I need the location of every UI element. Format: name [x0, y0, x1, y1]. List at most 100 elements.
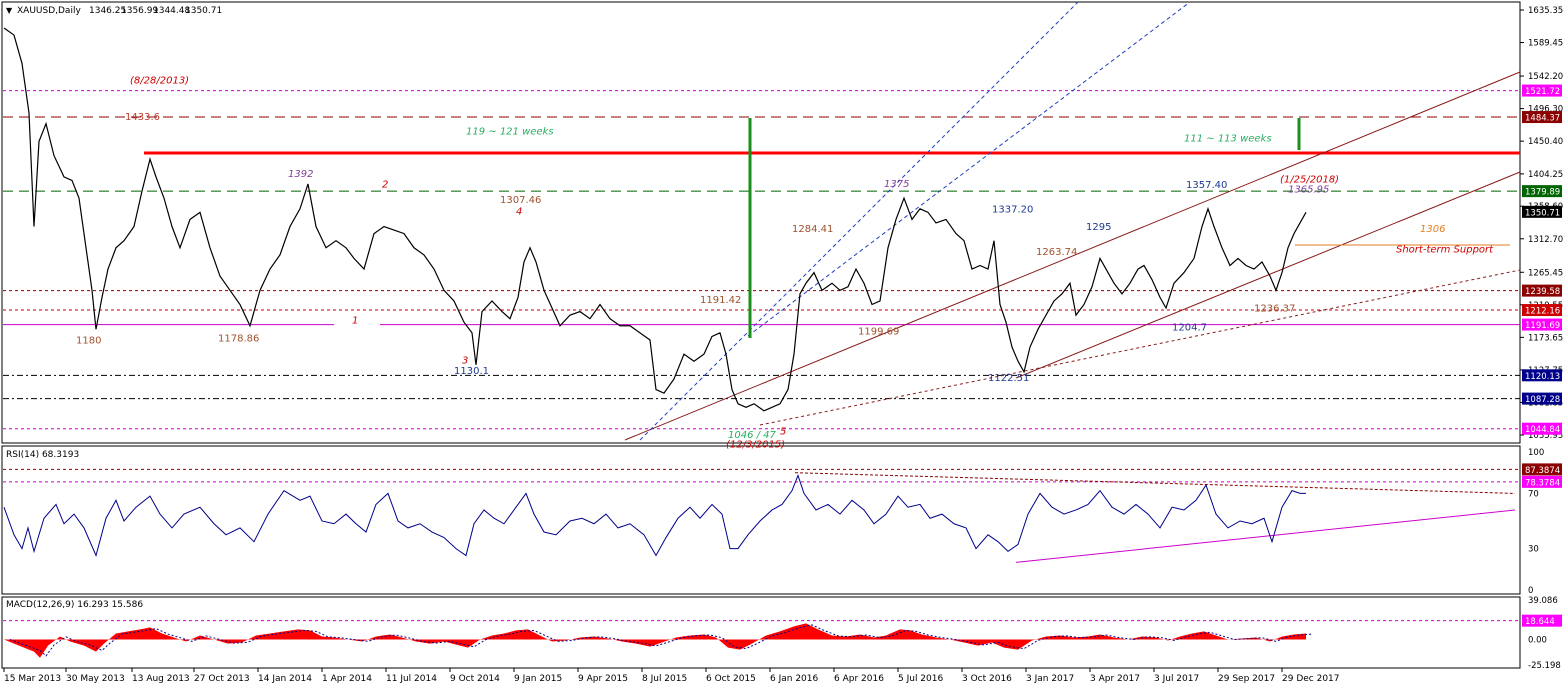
level-box-label-8: 1087.28 — [1525, 395, 1560, 405]
date-tick-5: 1 Apr 2014 — [322, 674, 372, 684]
price-label-p-111: 111 ~ 113 weeks — [1184, 133, 1272, 144]
price-label-p-w3: 3 — [462, 355, 468, 366]
price-annotations — [3, 1, 1521, 441]
date-tick-0: 15 Mar 2013 — [4, 674, 61, 684]
date-tick-9: 9 Apr 2015 — [578, 674, 628, 684]
date-tick-19: 29 Sep 2017 — [1218, 674, 1275, 684]
macd-tick-1: 0.00 — [1528, 636, 1547, 646]
price-label-p-1357: 1357.40 — [1186, 180, 1227, 191]
price-label-p-1191: 1191.42 — [700, 295, 741, 306]
rsi-line — [3, 474, 1306, 558]
price-label-p-w5: 5 — [780, 426, 786, 437]
level-box-label-7: 1120.13 — [1525, 372, 1560, 382]
date-tick-1: 30 May 2013 — [66, 674, 125, 684]
price-panel-frame — [1, 1, 1521, 444]
date-tick-20: 29 Dec 2017 — [1282, 674, 1340, 684]
price-tick-1: 1589.45 — [1528, 39, 1563, 49]
macd-histogram — [4, 623, 1306, 658]
price-label-p-sts: Short-term Support — [1396, 245, 1494, 256]
rsi-trend-down — [794, 472, 1516, 494]
price-tick-0: 1635.35 — [1528, 6, 1563, 16]
price-label-p-1122: 1122.51 — [988, 373, 1029, 384]
level-box-label-2: 1379.89 — [1525, 188, 1560, 198]
rsi-tick-1: 70 — [1528, 489, 1539, 499]
date-tick-16: 3 Jan 2017 — [1026, 674, 1074, 684]
blue-dashed-line-2 — [747, 1, 1191, 337]
channel-dotted — [759, 269, 1521, 426]
price-label-p-1180: 1180 — [76, 335, 101, 346]
price-label-p-w4: 4 — [516, 206, 522, 217]
macd-tick-0: 39.086 — [1528, 596, 1558, 606]
date-tick-12: 6 Jan 2016 — [770, 674, 818, 684]
date-tick-17: 3 Apr 2017 — [1090, 674, 1140, 684]
ohlc-close: 1350.71 — [185, 6, 222, 16]
price-label-p-1375: 1375 — [884, 179, 909, 190]
date-tick-11: 6 Oct 2015 — [706, 674, 756, 684]
date-tick-10: 8 Jul 2015 — [642, 674, 687, 684]
price-tick-10: 1173.65 — [1528, 333, 1563, 343]
date-tick-2: 13 Aug 2013 — [132, 674, 190, 684]
macd-panel-frame — [1, 596, 1521, 669]
xauusd-chart[interactable]: ▼ XAUUSD,Daily 1346.25 1356.99 1344.48 1… — [0, 0, 1565, 688]
price-tick-8: 1265.45 — [1528, 268, 1563, 278]
rsi-trend-up — [1015, 509, 1516, 563]
macd-level-box-label-0: 18.644 — [1525, 617, 1555, 627]
price-label-p-1295: 1295 — [1086, 222, 1111, 233]
price-series — [3, 27, 1307, 412]
rsi-panel: 100 70 30 0 87.3874 78.3784 — [3, 448, 1562, 596]
symbol-arrow-icon[interactable]: ▼ — [6, 6, 13, 15]
price-tick-4: 1450.40 — [1528, 137, 1563, 147]
price-label-p-1306: 1306 — [1420, 224, 1445, 235]
date-tick-14: 5 Jul 2016 — [898, 674, 943, 684]
price-label-p-1204: 1204.7 — [1172, 323, 1207, 334]
date-tick-15: 3 Oct 2016 — [962, 674, 1012, 684]
price-label-p-1130: 1130.1 — [454, 366, 489, 377]
price-label-p-1199: 1199.69 — [858, 326, 899, 337]
price-label-p-date1: (8/28/2013) — [130, 75, 189, 86]
price-label-p-1392: 1392 — [288, 169, 313, 180]
date-axis: 15 Mar 2013 30 May 2013 13 Aug 2013 27 Oct … — [3, 668, 1340, 684]
price-label-p-1365: 1365.95 — [1288, 184, 1329, 195]
price-label-p-119: 119 ~ 121 weeks — [466, 126, 554, 137]
price-tick-7: 1312.70 — [1528, 235, 1563, 245]
macd-tick-2: -25.198 — [1528, 661, 1561, 671]
rsi-level-box-label-0: 87.3874 — [1525, 466, 1560, 476]
price-label-p-1337: 1337.20 — [992, 204, 1033, 215]
level-box-label-6: 1191.69 — [1525, 321, 1560, 331]
price-label-p-1284: 1284.41 — [792, 224, 833, 235]
price-label-p-w2: 2 — [382, 180, 388, 191]
date-tick-6: 11 Jul 2014 — [386, 674, 437, 684]
date-tick-7: 9 Oct 2014 — [450, 674, 500, 684]
rsi-level-box-label-1: 78.3784 — [1525, 478, 1560, 488]
price-label-p-1307: 1307.46 — [500, 195, 541, 206]
price-tick-5: 1404.25 — [1528, 170, 1563, 180]
channel-lower — [1015, 171, 1521, 379]
price-label-p-w1: 1 — [352, 316, 358, 327]
price-label-p-1236: 1236.37 — [1254, 304, 1295, 315]
level-box-label-1: 1484.37 — [1525, 114, 1560, 124]
date-tick-13: 6 Apr 2016 — [834, 674, 884, 684]
level-box-label-0: 1521.72 — [1525, 87, 1560, 97]
symbol-label: XAUUSD,Daily — [17, 6, 81, 16]
price-axis: 1635.351589.451542.201496.301450.401404.… — [1520, 6, 1563, 441]
price-label-p-1263: 1263.74 — [1036, 247, 1077, 258]
level-box-label-5: 1212.16 — [1525, 307, 1560, 317]
date-tick-3: 27 Oct 2013 — [194, 674, 250, 684]
macd-panel: 39.086 0.00 -25.198 18.644 — [3, 596, 1562, 671]
rsi-tick-0: 100 — [1528, 448, 1544, 458]
date-tick-18: 3 Jul 2017 — [1154, 674, 1199, 684]
date-tick-4: 14 Jan 2014 — [258, 674, 312, 684]
price-label-p-1178: 1178.86 — [218, 333, 259, 344]
rsi-tick-3: 0 — [1528, 586, 1533, 596]
price-tick-2: 1542.20 — [1528, 72, 1563, 82]
price-label-p-date2: (12/3/2015) — [726, 440, 785, 451]
macd-label: MACD(12,26,9) 16.293 15.586 — [6, 600, 143, 610]
rsi-label: RSI(14) 68.3193 — [6, 450, 79, 460]
price-line — [3, 27, 1307, 412]
level-box-label-9: 1044.84 — [1525, 425, 1560, 435]
price-label-p-1433: 1433.6 — [125, 112, 160, 123]
date-tick-8: 9 Jan 2015 — [514, 674, 562, 684]
level-box-label-3: 1350.71 — [1525, 208, 1560, 218]
level-box-label-4: 1239.58 — [1525, 287, 1560, 297]
rsi-tick-2: 30 — [1528, 545, 1539, 555]
